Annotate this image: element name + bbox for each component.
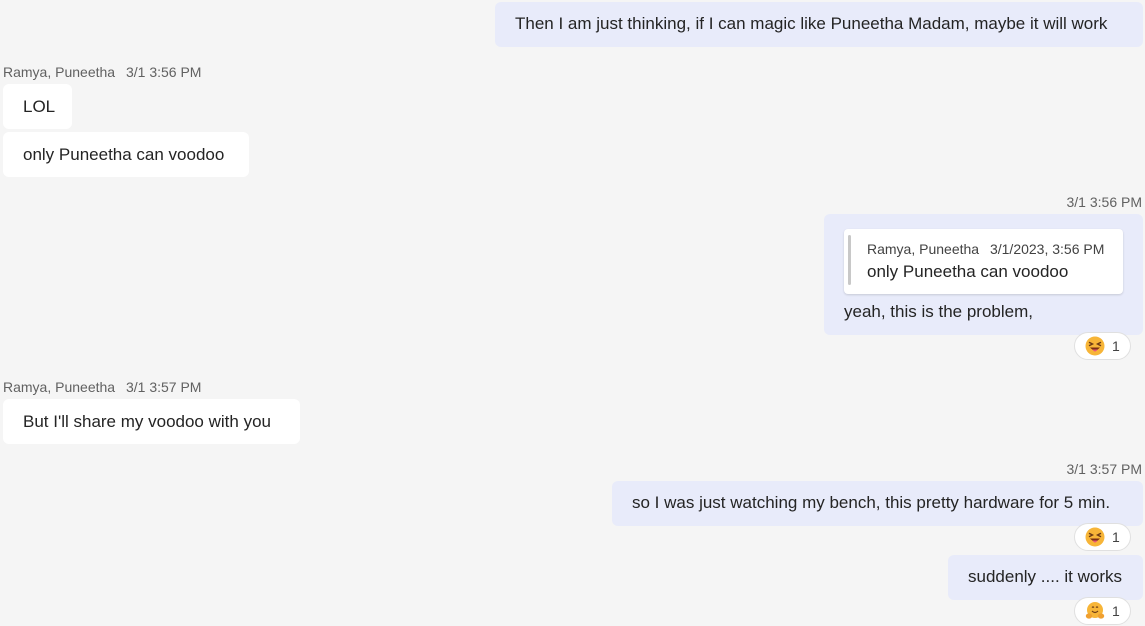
reaction-pill[interactable]: 1	[1074, 523, 1131, 551]
message-text: LOL	[23, 97, 56, 116]
quote-timestamp: 3/1/2023, 3:56 PM	[989, 241, 1105, 257]
reaction-count: 1	[1112, 338, 1120, 354]
quote-header: Ramya, Puneetha 3/1/2023, 3:56 PM	[867, 238, 1104, 260]
message-timestamp: 3/1 3:56 PM	[1066, 194, 1143, 210]
sender-name: Ramya, Puneetha	[3, 379, 116, 395]
squinting-tongue-emoji-icon	[1085, 527, 1105, 547]
message-text: suddenly .... it works	[968, 567, 1123, 586]
message-text: yeah, this is the problem,	[844, 302, 1033, 321]
incoming-message[interactable]: only Puneetha can voodoo	[3, 132, 249, 177]
message-header: Ramya, Puneetha 3/1 3:57 PM	[3, 379, 201, 395]
reaction-pill[interactable]: 1	[1074, 332, 1131, 360]
message-timestamp: 3/1 3:57 PM	[1066, 461, 1143, 477]
outgoing-message[interactable]: suddenly .... it works	[948, 555, 1143, 600]
message-text: Then I am just thinking, if I can magic …	[515, 14, 1108, 33]
sender-name: Ramya, Puneetha	[3, 64, 116, 80]
message-header: Ramya, Puneetha 3/1 3:56 PM	[3, 64, 201, 80]
reaction-pill[interactable]: 1	[1074, 597, 1131, 625]
outgoing-message[interactable]: Ramya, Puneetha 3/1/2023, 3:56 PM only P…	[824, 214, 1143, 335]
message-text: only Puneetha can voodoo	[23, 145, 225, 164]
incoming-message[interactable]: LOL	[3, 84, 72, 129]
outgoing-message[interactable]: Then I am just thinking, if I can magic …	[495, 2, 1143, 47]
reaction-count: 1	[1112, 529, 1120, 545]
quote-bar	[848, 235, 851, 285]
quote-sender: Ramya, Puneetha	[867, 241, 980, 257]
quoted-reply[interactable]: Ramya, Puneetha 3/1/2023, 3:56 PM only P…	[844, 229, 1123, 294]
outgoing-message[interactable]: so I was just watching my bench, this pr…	[612, 481, 1143, 526]
squinting-tongue-emoji-icon	[1085, 336, 1105, 356]
message-text: But I'll share my voodoo with you	[23, 412, 271, 431]
reaction-count: 1	[1112, 603, 1120, 619]
message-timestamp: 3/1 3:56 PM	[125, 64, 202, 80]
quote-text: only Puneetha can voodoo	[867, 262, 1069, 281]
hugging-emoji-icon	[1085, 602, 1105, 619]
message-text: so I was just watching my bench, this pr…	[632, 493, 1111, 512]
incoming-message[interactable]: But I'll share my voodoo with you	[3, 399, 300, 444]
message-timestamp: 3/1 3:57 PM	[125, 379, 202, 395]
